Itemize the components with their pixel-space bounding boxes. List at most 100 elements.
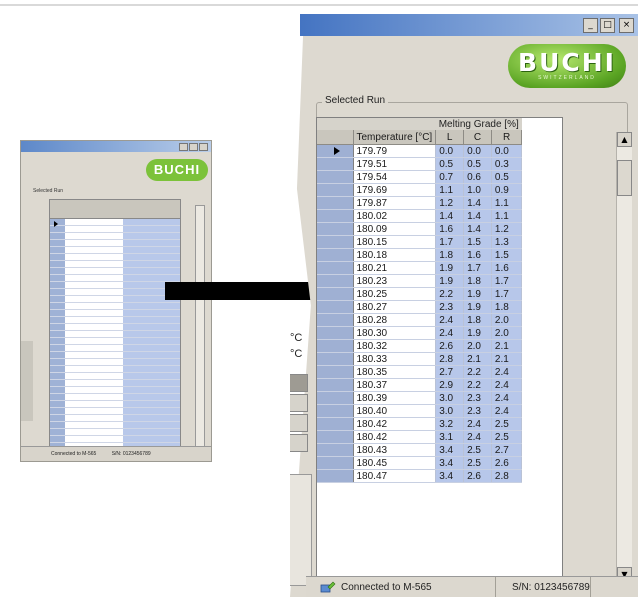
r-cell[interactable]: 0.9: [491, 183, 523, 197]
temperature-cell[interactable]: 180.02: [353, 209, 437, 223]
table-row[interactable]: 180.42 3.1 2.4 2.5: [317, 430, 523, 444]
c-cell[interactable]: 2.0: [463, 339, 492, 353]
row-header-cell[interactable]: [317, 222, 354, 236]
left-partial-button[interactable]: [290, 434, 308, 452]
l-cell[interactable]: 1.4: [435, 209, 465, 223]
r-cell[interactable]: 0.5: [491, 170, 523, 184]
row-header-cell[interactable]: [317, 443, 354, 457]
l-cell[interactable]: 2.7: [435, 365, 465, 379]
c-cell[interactable]: 1.4: [463, 196, 492, 210]
temperature-cell[interactable]: 180.18: [353, 248, 437, 262]
scroll-thumb[interactable]: [617, 160, 632, 196]
l-cell[interactable]: 3.4: [435, 456, 465, 470]
row-header-cell[interactable]: [317, 313, 354, 327]
l-cell[interactable]: 2.8: [435, 352, 465, 366]
c-cell[interactable]: 1.8: [463, 274, 492, 288]
row-header-cell[interactable]: [317, 170, 354, 184]
r-cell[interactable]: 2.1: [491, 352, 523, 366]
left-partial-button[interactable]: [290, 374, 308, 392]
c-cell[interactable]: 2.4: [463, 417, 492, 431]
table-row[interactable]: 180.09 1.6 1.4 1.2: [317, 222, 523, 236]
r-cell[interactable]: 1.2: [491, 222, 523, 236]
l-cell[interactable]: 2.9: [435, 378, 465, 392]
c-cell[interactable]: 2.3: [463, 391, 492, 405]
r-cell[interactable]: 0.0: [491, 144, 523, 158]
melting-grade-table[interactable]: Melting Grade [%] Temperature [°C] L C R…: [316, 117, 563, 597]
temperature-cell[interactable]: 179.87: [353, 196, 437, 210]
r-cell[interactable]: 1.1: [491, 209, 523, 223]
r-cell[interactable]: 1.8: [491, 300, 523, 314]
temperature-cell[interactable]: 180.47: [353, 469, 437, 483]
row-header-cell[interactable]: [317, 183, 354, 197]
row-header-cell[interactable]: [317, 352, 354, 366]
table-row[interactable]: 180.37 2.9 2.2 2.4: [317, 378, 523, 392]
c-cell[interactable]: 1.5: [463, 235, 492, 249]
table-row[interactable]: 180.32 2.6 2.0 2.1: [317, 339, 523, 353]
l-cell[interactable]: 1.9: [435, 274, 465, 288]
table-row[interactable]: 180.23 1.9 1.8 1.7: [317, 274, 523, 288]
c-cell[interactable]: 0.0: [463, 144, 492, 158]
temperature-cell[interactable]: 179.54: [353, 170, 437, 184]
row-header-cell[interactable]: [317, 378, 354, 392]
temperature-cell[interactable]: 180.40: [353, 404, 437, 418]
c-cell[interactable]: 1.6: [463, 248, 492, 262]
row-header-cell[interactable]: [317, 456, 354, 470]
row-header-cell[interactable]: [317, 300, 354, 314]
l-cell[interactable]: 2.2: [435, 287, 465, 301]
temperature-cell[interactable]: 180.30: [353, 326, 437, 340]
table-row[interactable]: 180.40 3.0 2.3 2.4: [317, 404, 523, 418]
table-row[interactable]: 180.27 2.3 1.9 1.8: [317, 300, 523, 314]
l-cell[interactable]: 3.0: [435, 391, 465, 405]
row-header-cell[interactable]: [317, 469, 354, 483]
r-cell[interactable]: 2.4: [491, 378, 523, 392]
temperature-cell[interactable]: 180.15: [353, 235, 437, 249]
temperature-cell[interactable]: 180.45: [353, 456, 437, 470]
temperature-cell[interactable]: 180.23: [353, 274, 437, 288]
l-cell[interactable]: 0.7: [435, 170, 465, 184]
temperature-cell[interactable]: 179.69: [353, 183, 437, 197]
row-header-cell[interactable]: [317, 339, 354, 353]
table-row[interactable]: 180.15 1.7 1.5 1.3: [317, 235, 523, 249]
l-cell[interactable]: 2.4: [435, 313, 465, 327]
table-row[interactable]: 179.51 0.5 0.5 0.3: [317, 157, 523, 171]
table-row[interactable]: 180.28 2.4 1.8 2.0: [317, 313, 523, 327]
table-row[interactable]: 180.45 3.4 2.5 2.6: [317, 456, 523, 470]
l-cell[interactable]: 3.0: [435, 404, 465, 418]
row-header-cell[interactable]: [317, 391, 354, 405]
c-cell[interactable]: 2.1: [463, 352, 492, 366]
table-vertical-scrollbar[interactable]: ▲ ▼: [616, 132, 632, 582]
row-header-cell[interactable]: [317, 209, 354, 223]
row-header-cell[interactable]: [317, 261, 354, 275]
table-row[interactable]: 179.69 1.1 1.0 0.9: [317, 183, 523, 197]
row-header-cell[interactable]: [317, 287, 354, 301]
temperature-cell[interactable]: 180.42: [353, 417, 437, 431]
c-cell[interactable]: 0.6: [463, 170, 492, 184]
table-row[interactable]: 179.87 1.2 1.4 1.1: [317, 196, 523, 210]
r-cell[interactable]: 1.7: [491, 287, 523, 301]
temperature-cell[interactable]: 180.35: [353, 365, 437, 379]
c-cell[interactable]: 1.7: [463, 261, 492, 275]
c-cell[interactable]: 1.9: [463, 300, 492, 314]
temperature-cell[interactable]: 180.25: [353, 287, 437, 301]
c-cell[interactable]: 1.4: [463, 209, 492, 223]
table-row[interactable]: 180.25 2.2 1.9 1.7: [317, 287, 523, 301]
row-header-cell[interactable]: [317, 235, 354, 249]
c-cell[interactable]: 1.8: [463, 313, 492, 327]
r-cell[interactable]: 2.1: [491, 339, 523, 353]
temperature-cell[interactable]: 179.79: [353, 144, 437, 158]
l-cell[interactable]: 1.9: [435, 261, 465, 275]
row-header-cell[interactable]: [317, 365, 354, 379]
l-cell[interactable]: 3.1: [435, 430, 465, 444]
temperature-cell[interactable]: 180.09: [353, 222, 437, 236]
l-cell[interactable]: 2.3: [435, 300, 465, 314]
row-header-cell[interactable]: [317, 248, 354, 262]
r-cell[interactable]: 1.6: [491, 261, 523, 275]
r-cell[interactable]: 1.1: [491, 196, 523, 210]
l-cell[interactable]: 1.8: [435, 248, 465, 262]
c-cell[interactable]: 2.5: [463, 456, 492, 470]
l-cell[interactable]: 0.0: [435, 144, 465, 158]
row-header-cell[interactable]: [317, 404, 354, 418]
minimize-button[interactable]: _: [583, 18, 598, 33]
maximize-button[interactable]: □: [600, 18, 615, 33]
row-header-cell[interactable]: [317, 326, 354, 340]
